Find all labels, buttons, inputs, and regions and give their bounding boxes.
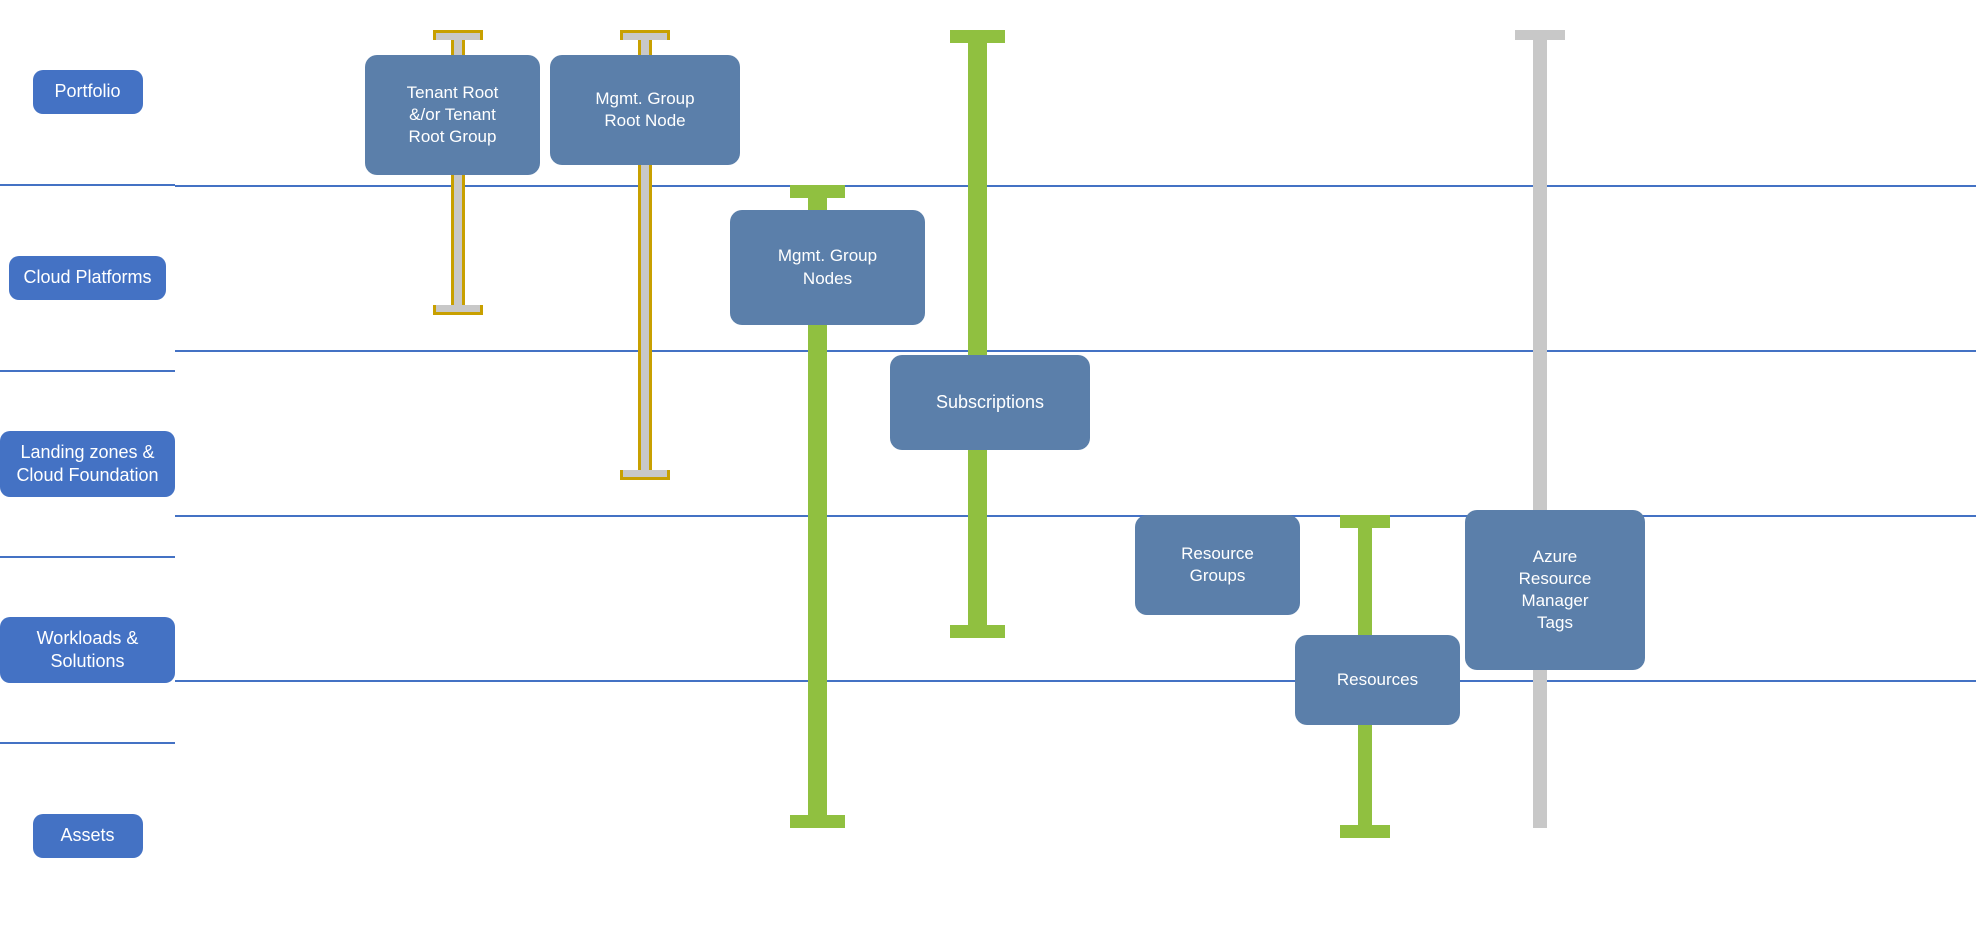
conn6-stem-top	[1358, 528, 1372, 648]
mgmt-group-root-node: Mgmt. GroupRoot Node	[550, 55, 740, 165]
conn7-stem-bot	[1533, 670, 1547, 828]
landing-zones-label: Landing zones & Cloud Foundation	[0, 431, 175, 498]
diagram-container: Portfolio Cloud Platforms Landing zones …	[0, 0, 1976, 928]
resource-groups-node: ResourceGroups	[1135, 515, 1300, 615]
label-cell-cloud-platforms: Cloud Platforms	[0, 184, 175, 370]
cloud-platforms-label: Cloud Platforms	[9, 256, 165, 299]
mgmt-group-nodes-node: Mgmt. GroupNodes	[730, 210, 925, 325]
label-cell-assets: Assets	[0, 742, 175, 928]
label-cell-portfolio: Portfolio	[0, 0, 175, 184]
resources-node: Resources	[1295, 635, 1460, 725]
workloads-label: Workloads & Solutions	[0, 617, 175, 684]
conn6-stem-bot	[1358, 725, 1372, 825]
label-cell-landing-zones: Landing zones & Cloud Foundation	[0, 370, 175, 556]
conn2-top-cap	[620, 30, 670, 40]
arm-tags-node: AzureResourceManagerTags	[1465, 510, 1645, 670]
conn1-stem-bot	[451, 175, 465, 305]
conn4-bot-cap	[950, 625, 1005, 638]
conn3-stem-bot	[808, 325, 827, 815]
conn2-bot-cap	[620, 470, 670, 480]
conn6-bot-cap	[1340, 825, 1390, 838]
conn4-stem-top	[968, 43, 987, 365]
conn7-top-cap	[1515, 30, 1565, 40]
divider-3	[175, 515, 1976, 517]
labels-column: Portfolio Cloud Platforms Landing zones …	[0, 0, 175, 928]
label-cell-workloads: Workloads & Solutions	[0, 556, 175, 742]
conn1-top-cap	[433, 30, 483, 40]
conn6-top-cap	[1340, 515, 1390, 528]
conn3-bot-cap	[790, 815, 845, 828]
content-area: Tenant Root&/or TenantRoot Group Mgmt. G…	[175, 0, 1976, 928]
subscriptions-node: Subscriptions	[890, 355, 1090, 450]
conn4-top-cap	[950, 30, 1005, 43]
conn7-stem-top	[1533, 40, 1547, 530]
conn1-bot-cap	[433, 305, 483, 315]
conn3-top-cap	[790, 185, 845, 198]
assets-label: Assets	[33, 814, 143, 857]
divider-1	[175, 185, 1976, 187]
divider-4	[175, 680, 1976, 682]
tenant-root-node: Tenant Root&/or TenantRoot Group	[365, 55, 540, 175]
portfolio-label: Portfolio	[33, 70, 143, 113]
divider-2	[175, 350, 1976, 352]
conn2-stem-bot	[638, 165, 652, 470]
conn4-stem-bot	[968, 450, 987, 625]
